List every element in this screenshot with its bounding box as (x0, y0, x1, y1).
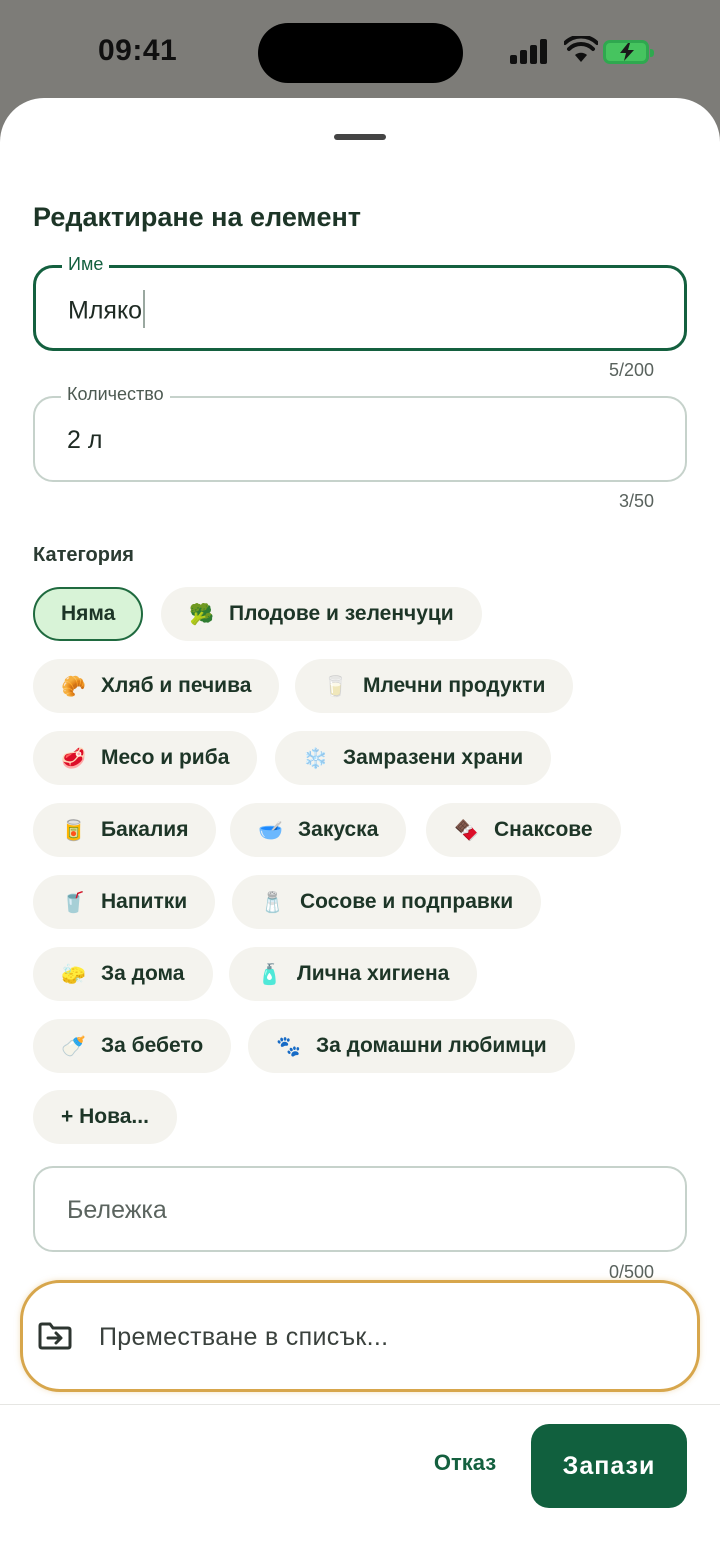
category-chip-pets[interactable]: 🐾 За домашни любимци (248, 1019, 575, 1073)
lotion-bottle-icon: 🧴 (257, 963, 282, 986)
sponge-icon: 🧽 (61, 963, 86, 986)
chip-label: Млечни продукти (363, 674, 546, 697)
broccoli-icon: 🥦 (189, 603, 214, 626)
chip-label: Месо и риба (101, 746, 230, 769)
footer-divider (0, 1404, 720, 1405)
wifi-icon (564, 36, 598, 62)
chip-label: Сосове и подправки (300, 890, 514, 913)
add-category-chip[interactable]: + Нова... (33, 1090, 177, 1144)
category-chip-breakfast[interactable]: 🥣 Закуска (230, 803, 407, 857)
quantity-field[interactable]: Количество 2 л (33, 384, 687, 482)
paw-prints-icon: 🐾 (276, 1035, 301, 1058)
move-to-list-button[interactable]: Преместване в списък... (20, 1280, 700, 1392)
note-placeholder: Бележка (67, 1196, 167, 1224)
chip-label: Напитки (101, 890, 188, 913)
category-chip-none[interactable]: Няма (33, 587, 144, 641)
battery-charging-icon (603, 40, 654, 64)
chip-label: Замразени храни (343, 746, 524, 769)
status-time: 09:41 (98, 34, 178, 67)
cellular-signal-icon (510, 38, 548, 64)
category-chip-grocery[interactable]: 🥫 Бакалия (33, 803, 217, 857)
name-field[interactable]: Име Мляко (33, 254, 687, 351)
chip-label: Закуска (298, 818, 379, 841)
status-bar: 09:41 (0, 0, 720, 100)
category-chip-frozen[interactable]: ❄️ Замразени храни (275, 731, 552, 785)
chip-label: Лична хигиена (297, 962, 450, 985)
dynamic-island (258, 23, 463, 83)
croissant-icon: 🥐 (61, 675, 86, 698)
name-char-counter: 5/200 (608, 360, 654, 380)
name-field-label: Име (62, 254, 110, 275)
meat-icon: 🥩 (61, 747, 86, 770)
category-chip-dairy[interactable]: 🥛 Млечни продукти (295, 659, 574, 713)
folder-move-icon (38, 1322, 72, 1350)
quantity-field-value: 2 л (67, 426, 103, 454)
bowl-icon: 🥣 (258, 819, 283, 842)
text-caret (143, 290, 146, 328)
sheet-title: Редактиране на елемент (33, 202, 361, 232)
chip-label: За бебето (101, 1034, 204, 1057)
note-field[interactable]: Бележка (33, 1166, 687, 1252)
snowflake-icon: ❄️ (303, 747, 328, 770)
category-chip-snacks[interactable]: 🍫 Снаксове (426, 803, 621, 857)
category-chip-sauces[interactable]: 🧂 Сосове и подправки (232, 875, 542, 929)
move-to-list-label: Преместване в списък... (99, 1323, 389, 1351)
category-chip-drinks[interactable]: 🥤 Напитки (33, 875, 216, 929)
quantity-field-label: Количество (61, 384, 170, 405)
chip-label: Няма (61, 602, 116, 625)
baby-bottle-icon: 🍼 (61, 1035, 86, 1058)
category-chip-bakery[interactable]: 🥐 Хляб и печива (33, 659, 280, 713)
name-field-value: Мляко (68, 296, 143, 325)
chip-label: Плодове и зеленчуци (229, 602, 454, 625)
chip-label: За домашни любимци (316, 1034, 547, 1057)
canned-food-icon: 🥫 (61, 819, 86, 842)
cancel-button[interactable]: Отказ (410, 1450, 520, 1476)
chip-label: Хляб и печива (101, 674, 252, 697)
chip-label: Снаксове (494, 818, 593, 841)
category-chip-produce[interactable]: 🥦 Плодове и зеленчуци (161, 587, 482, 641)
category-label: Категория (33, 544, 134, 566)
chip-label: + Нова... (61, 1105, 149, 1128)
category-chip-meat-fish[interactable]: 🥩 Месо и риба (33, 731, 258, 785)
salt-shaker-icon: 🧂 (260, 891, 285, 914)
category-chip-hygiene[interactable]: 🧴 Лична хигиена (229, 947, 478, 1001)
name-field-value-wrap: Мляко (68, 290, 146, 328)
category-chip-home[interactable]: 🧽 За дома (33, 947, 213, 1001)
category-chip-baby[interactable]: 🍼 За бебето (33, 1019, 232, 1073)
edit-item-sheet: Редактиране на елемент Име Мляко 5/200 К… (0, 98, 720, 1564)
milk-glass-icon: 🥛 (323, 675, 348, 698)
cup-with-straw-icon: 🥤 (61, 891, 86, 914)
sheet-drag-handle[interactable] (334, 134, 386, 140)
chip-label: За дома (101, 962, 185, 985)
chip-label: Бакалия (101, 818, 189, 841)
save-button[interactable]: Запази (531, 1424, 687, 1508)
quantity-char-counter: 3/50 (618, 491, 654, 511)
chocolate-icon: 🍫 (454, 819, 479, 842)
